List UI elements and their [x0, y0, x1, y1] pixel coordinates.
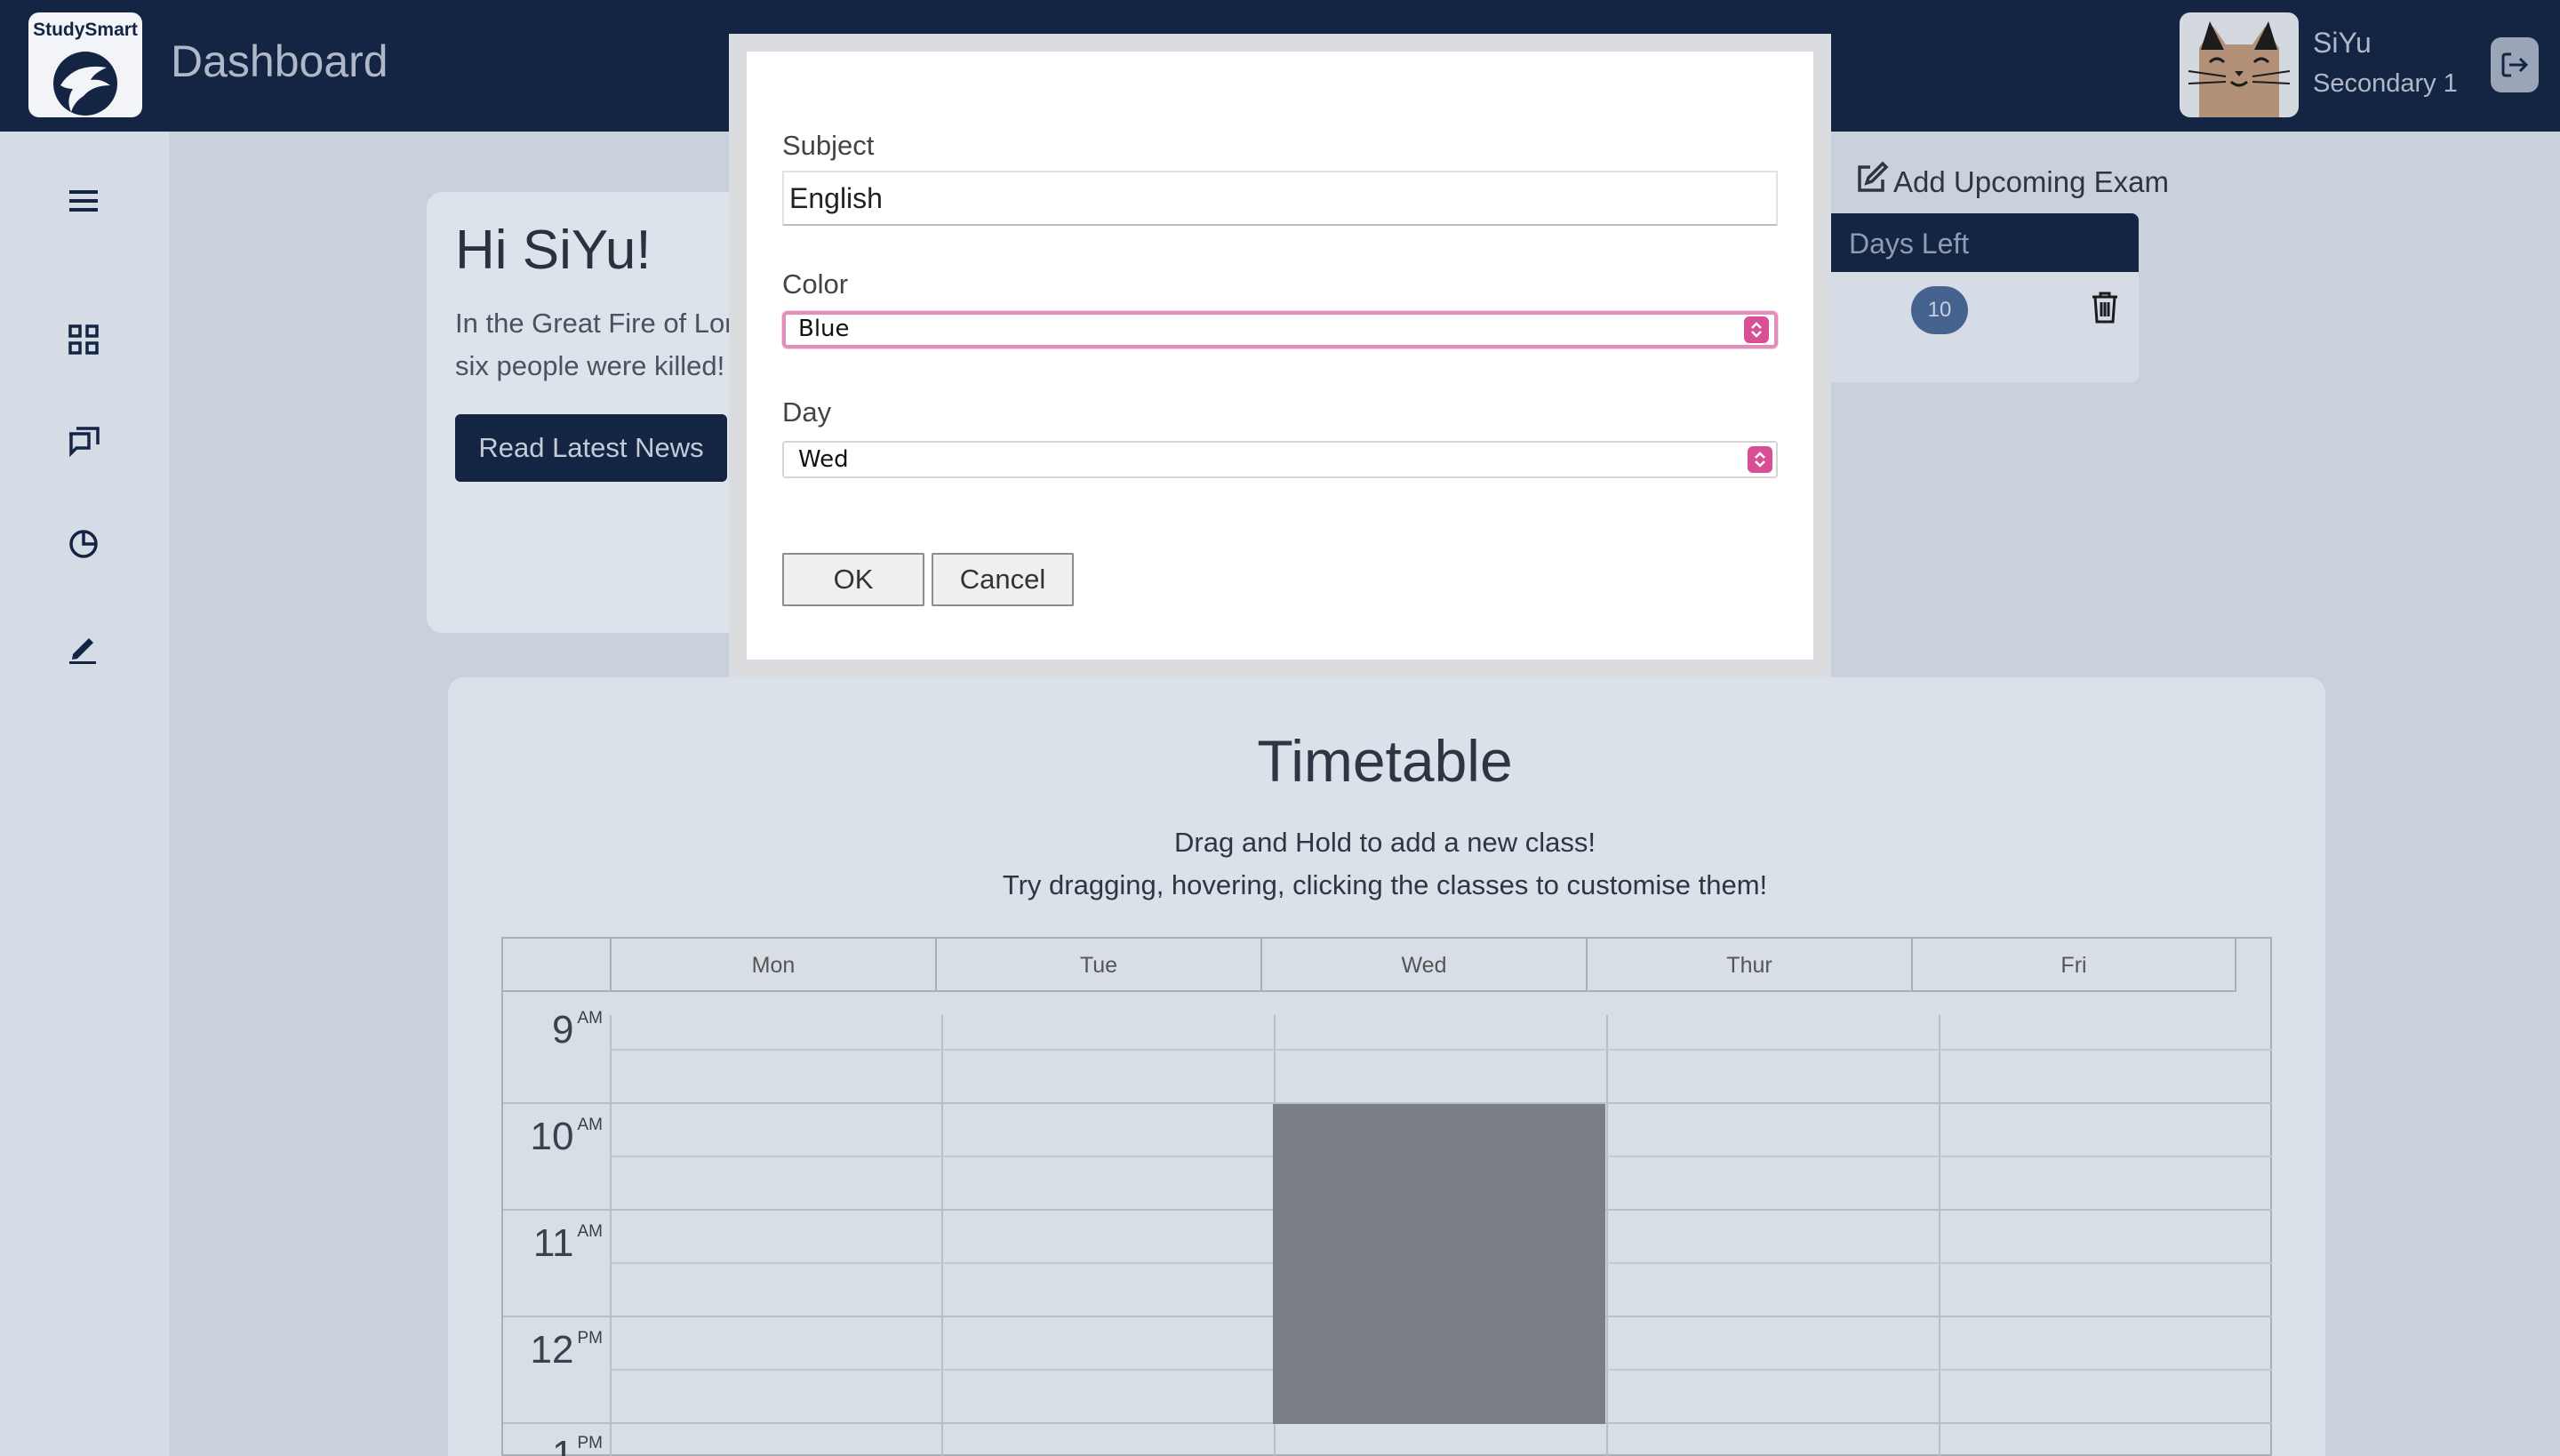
day-header-tue: Tue	[935, 939, 1260, 992]
grid-icon[interactable]	[64, 320, 103, 359]
day-select[interactable]: Wed	[782, 441, 1778, 478]
add-exam-label: Add Upcoming Exam	[1893, 165, 2169, 198]
subject-label: Subject	[782, 130, 875, 161]
trash-icon	[2092, 292, 2117, 324]
edit-icon	[1858, 161, 1889, 192]
day-select-value: Wed	[798, 446, 849, 473]
logo-text: StudySmart	[33, 20, 138, 40]
logout-button[interactable]	[2491, 37, 2539, 92]
time-label: 12 PM	[530, 1328, 603, 1372]
ok-button[interactable]: OK	[782, 553, 924, 606]
color-select[interactable]: Blue	[782, 311, 1778, 348]
grid-line	[941, 1015, 943, 1456]
fun-fact-line: six people were killed!	[455, 350, 725, 381]
time-label: 9 AM	[552, 1008, 603, 1052]
cat-avatar-icon	[2188, 21, 2291, 117]
grid-line	[610, 1049, 2272, 1051]
timetable-header-row: Mon Tue Wed Thur Fri	[503, 939, 2236, 992]
day-header-thur: Thur	[1586, 939, 1911, 992]
read-news-button[interactable]: Read Latest News	[455, 414, 727, 482]
exam-table-header: Days Left	[1804, 213, 2139, 272]
subject-input[interactable]	[782, 171, 1778, 226]
avatar[interactable]	[2180, 12, 2299, 117]
color-label: Color	[782, 268, 849, 300]
chat-icon[interactable]	[64, 421, 103, 460]
day-header-fri: Fri	[1911, 939, 2236, 992]
greeting-title: Hi SiYu!	[455, 220, 652, 281]
hamburger-menu-icon[interactable]	[64, 181, 103, 220]
pencil-icon[interactable]	[64, 628, 103, 667]
cancel-button[interactable]: Cancel	[932, 553, 1074, 606]
day-header-wed: Wed	[1260, 939, 1586, 992]
days-left-badge: 10	[1911, 286, 1968, 334]
timetable-hint: Try dragging, hovering, clicking the cla…	[1002, 869, 1768, 900]
day-header-mon: Mon	[610, 939, 935, 992]
user-name: SiYu	[2313, 27, 2372, 59]
grid-line	[1939, 1015, 1940, 1456]
fun-fact: In the Great Fire of Lor six people were…	[455, 302, 740, 388]
grid-line	[1606, 1015, 1608, 1456]
pie-chart-icon[interactable]	[64, 524, 103, 564]
delete-exam-button[interactable]	[2089, 290, 2121, 330]
page-title: Dashboard	[171, 36, 388, 86]
eagle-logo-icon	[53, 52, 117, 116]
timetable-hint: Drag and Hold to add a new class!	[1174, 827, 1596, 858]
timetable-title: Timetable	[1257, 728, 1513, 794]
time-label: 1 PM	[552, 1433, 603, 1456]
grid-line	[610, 1015, 612, 1456]
user-level: Secondary 1	[2313, 69, 2458, 98]
new-class-selection[interactable]	[1273, 1104, 1605, 1424]
day-label: Day	[782, 396, 832, 428]
color-select-value: Blue	[798, 316, 850, 342]
fun-fact-line: In the Great Fire of Lor	[455, 308, 734, 339]
logout-icon	[2501, 52, 2529, 77]
days-left-header: Days Left	[1849, 228, 1970, 260]
time-label: 10 AM	[530, 1115, 603, 1158]
add-exam-button[interactable]: Add Upcoming Exam	[1852, 160, 2169, 199]
updown-chevron-icon	[1744, 316, 1769, 343]
time-label: 11 AM	[532, 1221, 603, 1265]
updown-chevron-icon	[1748, 446, 1772, 473]
app-logo[interactable]: StudySmart	[28, 12, 142, 117]
